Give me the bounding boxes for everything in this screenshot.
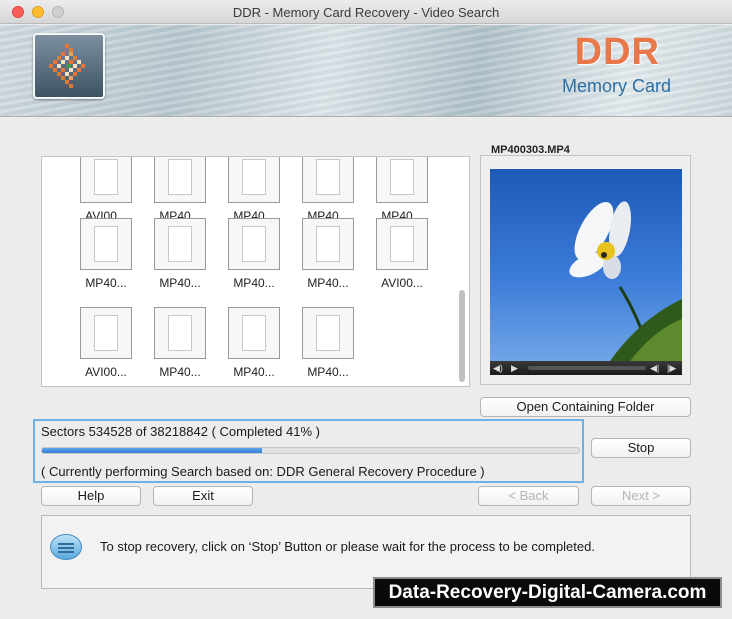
file-item[interactable]: MP40... (223, 218, 285, 290)
file-icon (80, 157, 132, 203)
file-item[interactable]: AVI00... (75, 307, 137, 379)
rewind-icon[interactable]: ◀| (650, 361, 659, 375)
file-icon (154, 307, 206, 359)
sectors-status: Sectors 534528 of 38218842 ( Completed 4… (41, 424, 320, 439)
file-icon (228, 307, 280, 359)
file-item[interactable]: MP40... (75, 218, 137, 290)
file-name: MP40... (307, 276, 349, 290)
file-icon (80, 218, 132, 270)
files-scrollbar[interactable] (456, 157, 468, 386)
recovery-progress-fill (42, 448, 263, 453)
file-name: MP40... (159, 276, 201, 290)
file-icon (80, 307, 132, 359)
file-icon (302, 307, 354, 359)
file-icon (376, 157, 428, 203)
header-banner: DDR Memory Card (0, 25, 732, 117)
video-preview-image (490, 169, 682, 361)
file-icon (228, 218, 280, 270)
file-icon (228, 157, 280, 203)
flower-image (569, 201, 682, 361)
website-watermark: Data-Recovery-Digital-Camera.com (373, 577, 722, 608)
file-item[interactable]: MP40... (371, 157, 433, 223)
brand-subtitle: Memory Card (561, 76, 671, 96)
file-item[interactable]: MP40... (149, 157, 211, 223)
file-name: MP40... (233, 276, 275, 290)
file-item[interactable]: MP40... (223, 307, 285, 379)
file-item[interactable]: MP40... (297, 157, 359, 223)
current-procedure-status: ( Currently performing Search based on: … (41, 464, 485, 479)
app-window: DDR - Memory Card Recovery - Video Searc… (0, 0, 732, 619)
checker-star-icon (49, 44, 85, 88)
volume-icon[interactable]: ◀) (493, 361, 503, 375)
file-name: MP40... (159, 365, 201, 379)
forward-icon[interactable]: |▶ (667, 361, 676, 375)
open-containing-folder-button[interactable]: Open Containing Folder (480, 397, 691, 417)
help-button[interactable]: Help (41, 486, 141, 506)
file-item[interactable]: AVI00... (371, 218, 433, 290)
video-seek-bar[interactable] (528, 366, 646, 370)
file-name: MP40... (85, 276, 127, 290)
title-bar: DDR - Memory Card Recovery - Video Searc… (0, 0, 732, 24)
file-icon (154, 157, 206, 203)
play-icon[interactable]: ▶ (511, 361, 518, 375)
window-title: DDR - Memory Card Recovery - Video Searc… (232, 5, 500, 20)
file-item[interactable]: MP40... (297, 218, 359, 290)
file-item[interactable]: MP40... (149, 307, 211, 379)
file-item[interactable]: MP40... (223, 157, 285, 223)
file-item[interactable]: MP40... (297, 307, 359, 379)
recovery-progress-panel: Sectors 534528 of 38218842 ( Completed 4… (33, 419, 584, 483)
file-name: AVI00... (381, 276, 423, 290)
recovered-files-grid[interactable]: AVI00... MP40... MP40... MP40... MP40... MP40… (41, 156, 470, 387)
back-button[interactable]: < Back (478, 486, 579, 506)
brand-logo-text: DDR (574, 31, 660, 73)
stop-button[interactable]: Stop (591, 438, 691, 458)
exit-button[interactable]: Exit (153, 486, 253, 506)
file-item[interactable]: AVI00... (75, 157, 137, 223)
speech-bubble-icon (50, 534, 82, 560)
video-player-controls: ◀) ▶ ◀| |▶ (490, 361, 682, 375)
file-icon (302, 157, 354, 203)
recovery-progress-bar (41, 447, 580, 454)
info-message: To stop recovery, click on ‘Stop’ Button… (100, 539, 595, 554)
file-icon (154, 218, 206, 270)
file-name: AVI00... (85, 365, 127, 379)
file-icon (302, 218, 354, 270)
file-name: MP40... (307, 365, 349, 379)
file-name: MP40... (233, 365, 275, 379)
file-icon (376, 218, 428, 270)
app-logo (33, 33, 105, 99)
file-item[interactable]: MP40... (149, 218, 211, 290)
files-scrollbar-thumb[interactable] (459, 290, 465, 382)
next-button[interactable]: Next > (591, 486, 691, 506)
video-preview-panel: ◀) ▶ ◀| |▶ (480, 155, 691, 385)
